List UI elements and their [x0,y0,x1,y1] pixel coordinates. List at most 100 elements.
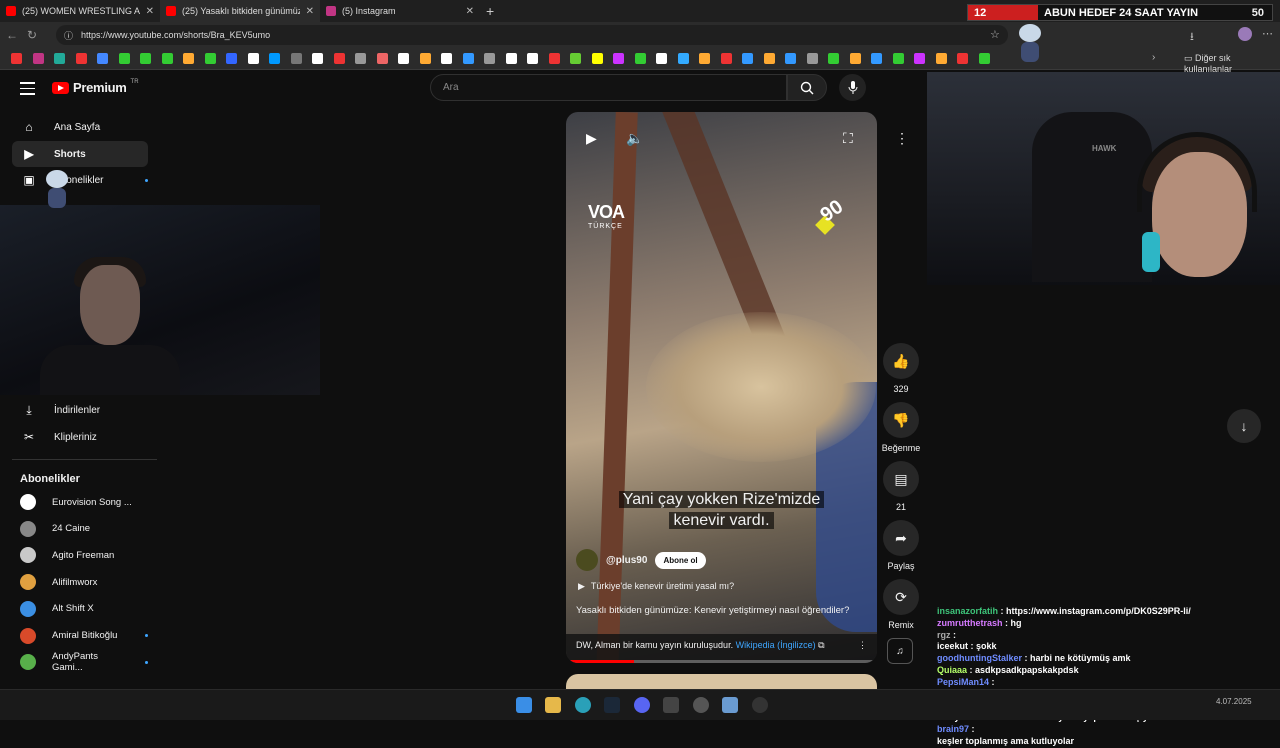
sidebar-item-shorts[interactable]: ▶ Shorts [12,141,148,167]
channel-avatar[interactable] [576,549,598,571]
volume-icon[interactable]: 🔈 [626,130,643,147]
bookmark-icon[interactable] [290,53,302,64]
like-button[interactable]: 👍 329 [881,343,921,394]
bookmark-icon[interactable] [806,53,818,64]
bookmark-icon[interactable] [269,53,280,64]
related-video-link[interactable]: ▶ Türkiye'de kenevir üretimi yasal mı? [578,581,734,592]
youtube-logo[interactable]: Premium TR [52,79,139,95]
bookmark-icon[interactable] [978,53,990,64]
subscription-item[interactable]: Alifilmworx [20,572,148,592]
discord-icon[interactable] [634,697,650,713]
star-icon[interactable]: ☆ [990,28,1000,41]
bookmark-icon[interactable] [484,53,495,64]
dislike-button[interactable]: 👎 Beğenme [881,402,921,453]
steam-icon[interactable] [604,697,620,713]
play-icon[interactable]: ▶ [586,130,597,147]
next-short-preview[interactable] [566,674,877,689]
bookmark-icon[interactable] [935,53,947,64]
share-button[interactable]: ➦ Paylaş [881,520,921,571]
edge-browser-icon[interactable] [575,697,591,713]
bookmark-icon[interactable] [677,53,689,64]
more-vert-icon[interactable]: ⋮ [858,640,867,651]
file-explorer-icon[interactable] [545,697,561,713]
app-icon[interactable] [693,697,709,713]
tab-instagram[interactable]: (5) Instagram ✕ [320,0,480,22]
bookmark-icon[interactable] [32,53,44,64]
bookmark-icon[interactable] [634,53,646,64]
bookmark-icon[interactable] [376,53,388,64]
channel-handle[interactable]: @plus90 [606,555,647,566]
bookmark-icon[interactable] [312,53,323,64]
subscription-item[interactable]: 24 Caine [20,519,148,539]
close-tab-icon[interactable]: ✕ [466,6,474,17]
bookmark-icon[interactable] [75,53,87,64]
bookmark-icon[interactable] [398,53,409,64]
more-vert-icon[interactable]: ⋮ [895,130,909,147]
bookmark-icon[interactable] [118,53,130,64]
bookmark-icon[interactable] [957,53,968,64]
fullscreen-icon[interactable]: ⛶ [843,130,853,147]
hamburger-menu-icon[interactable] [20,82,35,99]
download-icon[interactable]: ⭳ [1190,28,1194,47]
subscribe-button[interactable]: Abone ol [655,551,706,569]
bookmark-icon[interactable] [441,53,452,64]
bookmark-icon[interactable] [355,53,366,64]
bookmark-icon[interactable] [226,53,237,64]
search-button[interactable] [787,74,827,101]
sidebar-item-clips[interactable]: ✂ Klipleriniz [12,424,148,450]
bookmark-icon[interactable] [892,53,904,64]
bookmark-icon[interactable] [97,53,108,64]
new-tab-button[interactable]: + [486,3,494,19]
bookmark-icon[interactable] [527,53,538,64]
sidebar-item-downloads[interactable]: ⤓ İndirilenler [12,397,148,423]
bookmark-icon[interactable] [505,53,517,64]
video-progress-bar[interactable] [566,660,877,663]
bookmark-icon[interactable] [828,53,839,64]
bookmark-icon[interactable] [140,53,151,64]
chevron-right-icon[interactable]: › [1152,52,1155,63]
bookmark-icon[interactable] [785,53,796,64]
bookmark-icon[interactable] [204,53,216,64]
sidebar-item-subscriptions[interactable]: ▣ Abonelikler [12,167,148,193]
subscription-item[interactable]: Alt Shift X [20,599,148,619]
windows-start-icon[interactable] [516,697,532,713]
bookmark-icon[interactable] [419,53,431,64]
audio-track-icon[interactable]: ♫ [887,638,913,664]
tab-youtube-wrestling[interactable]: (25) WOMEN WRESTLING AFRICA ✕ [0,0,160,22]
subscription-item[interactable]: Amiral Bitikoğlu [20,626,148,646]
back-icon[interactable]: ← [4,28,20,42]
bookmark-icon[interactable] [871,53,882,64]
bookmark-icon[interactable] [333,53,345,64]
bookmark-icon[interactable] [742,53,753,64]
refresh-icon[interactable]: ↻ [24,28,40,42]
subscription-item[interactable]: AndyPants Gami... [20,651,148,673]
bookmark-icon[interactable] [763,53,775,64]
other-bookmarks[interactable]: ▭ Diğer sık kullanılanlar [1184,53,1280,74]
subscription-item[interactable]: Agito Freeman [20,545,148,565]
bookmark-icon[interactable] [849,53,861,64]
comment-button[interactable]: ▤ 21 [881,461,921,512]
remix-button[interactable]: ⟳ Remix [881,579,921,630]
more-icon[interactable]: ⋯ [1262,27,1273,40]
app-icon[interactable] [722,697,738,713]
bookmark-icon[interactable] [548,53,560,64]
profile-avatar[interactable] [1238,27,1252,41]
bookmark-icon[interactable] [247,53,259,64]
bookmark-icon[interactable] [656,53,667,64]
short-video-player[interactable]: VOA TÜRKÇE 90 ▶ 🔈 ⛶ Yani çay yokken Rize'… [566,112,877,663]
bookmark-icon[interactable] [914,53,925,64]
wikipedia-link[interactable]: Wikipedia (İngilizce) [736,640,816,650]
bookmark-icon[interactable] [11,53,22,64]
bookmark-icon[interactable] [613,53,624,64]
sidebar-item-home[interactable]: ⌂ Ana Sayfa [12,114,148,140]
bookmark-icon[interactable] [591,53,603,64]
close-tab-icon[interactable]: ✕ [306,6,314,17]
obs-icon[interactable] [663,697,679,713]
subscription-item[interactable]: Eurovision Song ... [20,492,148,512]
bookmark-icon[interactable] [570,53,581,64]
voice-search-button[interactable] [839,74,866,101]
bookmark-icon[interactable] [699,53,710,64]
bookmark-icon[interactable] [161,53,173,64]
next-short-button[interactable]: ↓ [1227,409,1261,443]
bookmark-icon[interactable] [720,53,732,64]
